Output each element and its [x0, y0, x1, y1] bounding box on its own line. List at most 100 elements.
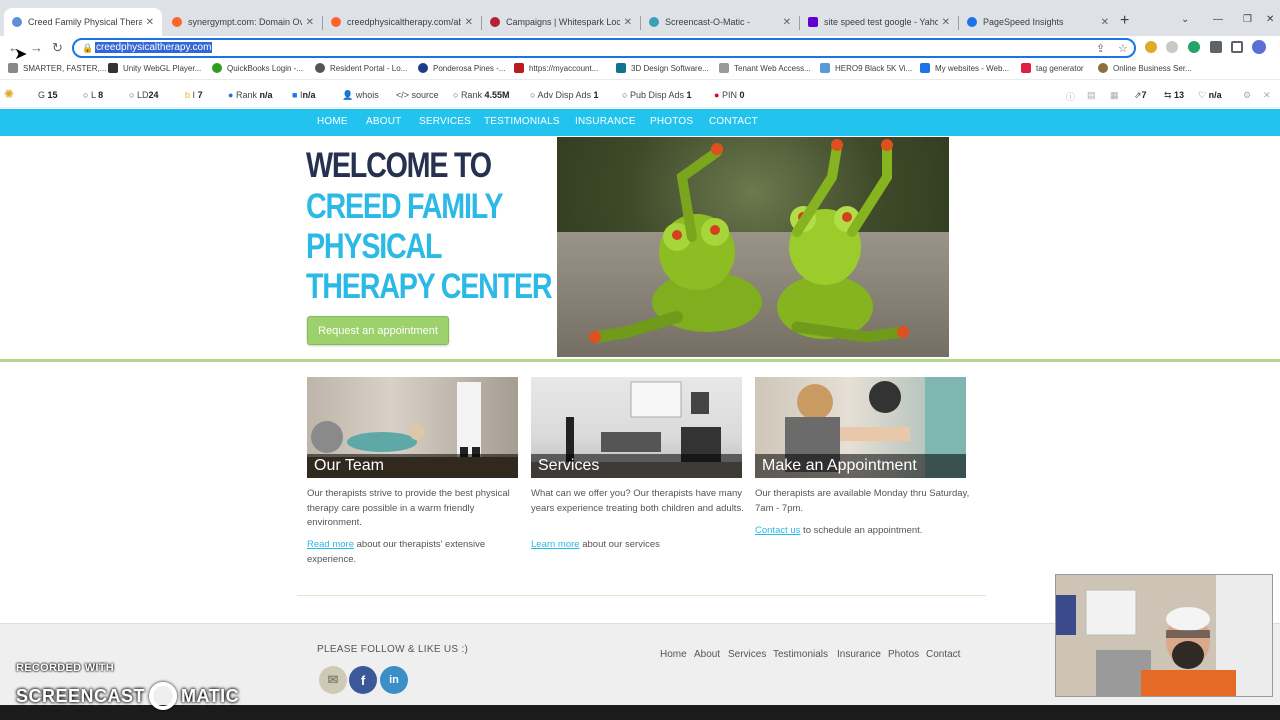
- bookmark-item[interactable]: HERO9 Black 5K Vi...: [820, 63, 912, 73]
- grammarly-icon[interactable]: [1188, 41, 1200, 53]
- tab-title: creedphysicaltherapy.com/abou: [347, 17, 461, 27]
- extension-icon[interactable]: [1166, 41, 1178, 53]
- facebook-icon[interactable]: f: [349, 666, 377, 694]
- content-divider: [297, 595, 986, 596]
- nav-photos[interactable]: PHOTOS: [650, 116, 693, 127]
- forward-icon[interactable]: →: [30, 40, 43, 55]
- bookmark-item[interactable]: Unity WebGL Player...: [108, 63, 201, 73]
- footer-link-contact[interactable]: Contact: [926, 649, 960, 660]
- seo-metric-external-links[interactable]: ⇗7: [1134, 90, 1147, 101]
- gear-icon[interactable]: ⚙: [1243, 90, 1251, 101]
- tab-yahoo-search[interactable]: site speed test google - Yahoo S ✕: [800, 8, 958, 36]
- close-icon[interactable]: ✕: [942, 17, 950, 28]
- nav-contact[interactable]: CONTACT: [709, 116, 758, 127]
- grid-icon[interactable]: ▦: [1110, 90, 1119, 101]
- seo-metric-other[interactable]: ♡ n/a: [1198, 90, 1222, 101]
- yahoo-icon: [808, 17, 818, 27]
- close-icon[interactable]: ✕: [624, 17, 632, 28]
- seo-source-link[interactable]: </> source: [396, 90, 439, 100]
- new-tab-icon[interactable]: +: [1120, 12, 1129, 30]
- seo-metric-pub-disp-ads[interactable]: ○ Pub Disp Ads 1: [622, 90, 692, 100]
- seo-whois-link[interactable]: 👤 whois: [342, 90, 379, 101]
- info-icon[interactable]: ⓘ: [1066, 90, 1075, 103]
- tab-synergympt[interactable]: synergympt.com: Domain Overv ✕: [164, 8, 322, 36]
- seoquake-icon[interactable]: ✺: [4, 87, 14, 101]
- site-main-nav: HOME ABOUT SERVICES TESTIMONIALS INSURAN…: [0, 109, 1280, 136]
- learn-more-link[interactable]: Learn more: [531, 539, 580, 550]
- bookmark-item[interactable]: https://myaccount...: [514, 63, 598, 73]
- tab-screencast[interactable]: Screencast-O-Matic - ✕: [641, 8, 799, 36]
- tab-pagespeed[interactable]: PageSpeed Insights ✕: [959, 8, 1117, 36]
- nav-services[interactable]: SERVICES: [419, 116, 471, 127]
- window-close-icon[interactable]: ✕: [1266, 14, 1274, 25]
- team-photo: Our Team: [307, 377, 518, 478]
- bookmark-item[interactable]: Tenant Web Access...: [719, 63, 811, 73]
- tab-creed-family[interactable]: Creed Family Physical Therapy C ✕: [4, 8, 162, 36]
- webcam-person-image: [1056, 575, 1272, 696]
- nav-home[interactable]: HOME: [317, 116, 348, 127]
- close-icon[interactable]: ✕: [1263, 90, 1271, 101]
- hero-heading-line: PHYSICAL: [306, 227, 443, 266]
- bookmark-item[interactable]: Online Business Ser...: [1098, 63, 1192, 73]
- seo-metric-google-index[interactable]: G 15: [38, 90, 58, 100]
- bookmark-item[interactable]: My websites - Web...: [920, 63, 1009, 73]
- email-share-icon[interactable]: ✉: [319, 666, 347, 694]
- puzzle-icon[interactable]: [1210, 41, 1222, 53]
- url-text[interactable]: creedphysicaltherapy.com: [95, 42, 213, 53]
- reload-icon[interactable]: ↻: [52, 40, 63, 56]
- seo-metric-rank[interactable]: ● Rank n/a: [228, 90, 273, 100]
- tab-creed-about[interactable]: creedphysicaltherapy.com/abou ✕: [323, 8, 481, 36]
- footer-link-home[interactable]: Home: [660, 649, 687, 660]
- extension-icon[interactable]: [1145, 41, 1157, 53]
- close-icon[interactable]: ✕: [1101, 17, 1109, 28]
- close-icon[interactable]: ✕: [306, 17, 314, 28]
- footer-link-about[interactable]: About: [694, 649, 720, 660]
- bookmark-icon: [616, 63, 626, 73]
- share-icon[interactable]: ⇪: [1096, 42, 1105, 55]
- bookmark-item[interactable]: tag generator: [1021, 63, 1084, 73]
- footer-link-photos[interactable]: Photos: [888, 649, 919, 660]
- page-icon[interactable]: ▤: [1087, 90, 1096, 101]
- card-caption: Services: [531, 454, 742, 478]
- tab-title: Campaigns | Whitespark Local C: [506, 17, 620, 27]
- tab-whitespark[interactable]: Campaigns | Whitespark Local C ✕: [482, 8, 640, 36]
- bookmark-item[interactable]: Ponderosa Pines -...: [418, 63, 505, 73]
- seo-metric-links[interactable]: ○ L 8: [83, 90, 103, 100]
- footer-link-services[interactable]: Services: [728, 649, 766, 660]
- chevron-down-icon[interactable]: ⌄: [1181, 14, 1189, 25]
- linkedin-icon[interactable]: in: [380, 666, 408, 694]
- bookmark-item[interactable]: 3D Design Software...: [616, 63, 709, 73]
- read-more-link[interactable]: Read more: [307, 539, 354, 550]
- tab-title: PageSpeed Insights: [983, 17, 1064, 27]
- footer-link-testimonials[interactable]: Testimonials: [773, 649, 828, 660]
- bookmark-item[interactable]: SMARTER, FASTER,...: [8, 63, 106, 73]
- bookmark-item[interactable]: QuickBooks Login -...: [212, 63, 303, 73]
- nav-testimonials[interactable]: TESTIMONIALS: [484, 116, 560, 127]
- nav-about[interactable]: ABOUT: [366, 116, 401, 127]
- seo-metric-alexa-rank[interactable]: ○ Rank 4.55M: [453, 90, 509, 100]
- star-icon[interactable]: ☆: [1118, 42, 1128, 55]
- bookmark-item[interactable]: Resident Portal - Lo...: [315, 63, 407, 73]
- more-icon[interactable]: ⋮: [1275, 40, 1280, 53]
- seo-metric-link-domains[interactable]: ○ LD24: [129, 90, 158, 100]
- side-panel-icon[interactable]: [1231, 41, 1243, 53]
- close-icon[interactable]: ✕: [465, 17, 473, 28]
- minimize-icon[interactable]: —: [1213, 14, 1223, 25]
- nav-insurance[interactable]: INSURANCE: [575, 116, 636, 127]
- request-appointment-button[interactable]: Request an appointment: [307, 316, 449, 345]
- seo-metric-adv-disp-ads[interactable]: ○ Adv Disp Ads 1: [530, 90, 599, 100]
- close-icon[interactable]: ✕: [783, 17, 791, 28]
- seo-metric-internal-links[interactable]: ⇆ 13: [1164, 90, 1184, 101]
- seo-metric-bing-index[interactable]: b I 7: [185, 90, 203, 100]
- footer-link-insurance[interactable]: Insurance: [837, 649, 881, 660]
- bookmark-icon: [820, 63, 830, 73]
- address-bar[interactable]: 🔒 creedphysicaltherapy.com ⇪ ☆: [72, 38, 1136, 58]
- seo-metric-pinterest[interactable]: ● PIN 0: [714, 90, 745, 100]
- contact-us-link[interactable]: Contact us: [755, 525, 800, 536]
- avatar[interactable]: [1252, 40, 1266, 54]
- seo-metric-facebook[interactable]: ■ In/a: [292, 90, 315, 100]
- close-icon[interactable]: ✕: [146, 17, 154, 28]
- tab-title: site speed test google - Yahoo S: [824, 17, 938, 27]
- clinic-photo: Services: [531, 377, 742, 478]
- restore-icon[interactable]: ❐: [1243, 14, 1252, 25]
